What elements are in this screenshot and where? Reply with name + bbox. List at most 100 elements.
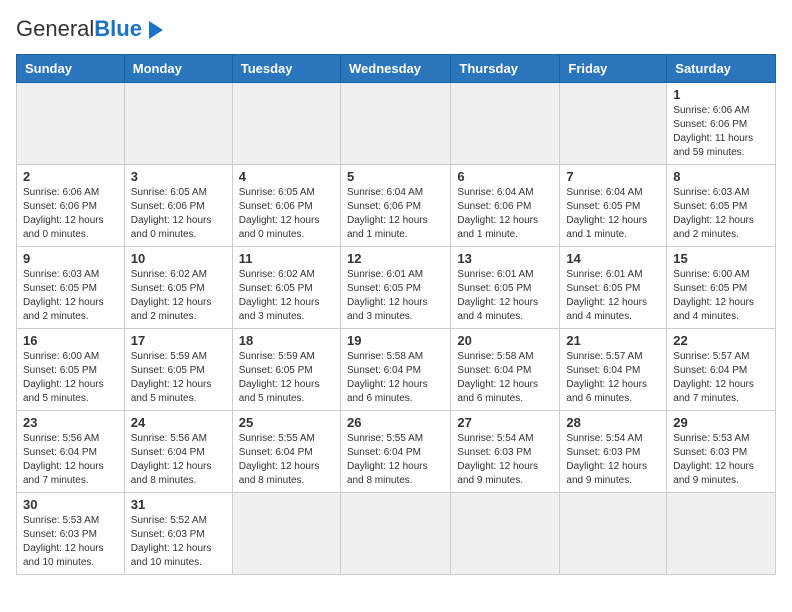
day-info: Sunrise: 6:01 AM Sunset: 6:05 PM Dayligh… — [566, 268, 660, 324]
calendar-cell: 19 Sunrise: 5:58 AM Sunset: 6:04 PM Dayli… — [340, 329, 450, 411]
calendar-cell — [451, 493, 560, 575]
day-info: Sunrise: 5:54 AM Sunset: 6:03 PM Dayligh… — [457, 432, 553, 488]
calendar-cell: 1 Sunrise: 6:06 AM Sunset: 6:06 PM Daylig… — [667, 83, 776, 165]
day-number: 31 — [131, 497, 226, 512]
calendar-week-3: 9 Sunrise: 6:03 AM Sunset: 6:05 PM Daylig… — [17, 247, 776, 329]
day-info: Sunrise: 6:00 AM Sunset: 6:05 PM Dayligh… — [23, 350, 118, 406]
day-info: Sunrise: 6:06 AM Sunset: 6:06 PM Dayligh… — [673, 104, 769, 160]
day-number: 13 — [457, 251, 553, 266]
day-info: Sunrise: 6:02 AM Sunset: 6:05 PM Dayligh… — [131, 268, 226, 324]
day-number: 8 — [673, 169, 769, 184]
day-number: 22 — [673, 333, 769, 348]
calendar-cell — [560, 83, 667, 165]
calendar-cell: 4 Sunrise: 6:05 AM Sunset: 6:06 PM Daylig… — [232, 165, 340, 247]
day-info: Sunrise: 5:52 AM Sunset: 6:03 PM Dayligh… — [131, 514, 226, 570]
calendar-cell — [340, 83, 450, 165]
calendar-cell: 25 Sunrise: 5:55 AM Sunset: 6:04 PM Dayli… — [232, 411, 340, 493]
day-info: Sunrise: 6:04 AM Sunset: 6:05 PM Dayligh… — [566, 186, 660, 242]
day-number: 15 — [673, 251, 769, 266]
weekday-header-tuesday: Tuesday — [232, 55, 340, 83]
calendar-cell: 21Sunrise: 5:57 AM Sunset: 6:04 PM Dayli… — [560, 329, 667, 411]
day-number: 17 — [131, 333, 226, 348]
weekday-header-thursday: Thursday — [451, 55, 560, 83]
day-info: Sunrise: 6:04 AM Sunset: 6:06 PM Dayligh… — [457, 186, 553, 242]
day-number: 18 — [239, 333, 334, 348]
day-info: Sunrise: 5:57 AM Sunset: 6:04 PM Dayligh… — [673, 350, 769, 406]
day-number: 1 — [673, 87, 769, 102]
calendar-cell: 11 Sunrise: 6:02 AM Sunset: 6:05 PM Dayli… — [232, 247, 340, 329]
day-number: 11 — [239, 251, 334, 266]
day-number: 7 — [566, 169, 660, 184]
weekday-header-row: SundayMondayTuesdayWednesdayThursdayFrid… — [17, 55, 776, 83]
calendar-cell: 16 Sunrise: 6:00 AM Sunset: 6:05 PM Dayli… — [17, 329, 125, 411]
calendar-cell: 24Sunrise: 5:56 AM Sunset: 6:04 PM Dayli… — [124, 411, 232, 493]
calendar-cell: 15 Sunrise: 6:00 AM Sunset: 6:05 PM Dayli… — [667, 247, 776, 329]
calendar-cell: 29Sunrise: 5:53 AM Sunset: 6:03 PM Dayli… — [667, 411, 776, 493]
page: GeneralBlue SundayMondayTuesdayWednesday… — [0, 0, 792, 591]
day-info: Sunrise: 6:01 AM Sunset: 6:05 PM Dayligh… — [457, 268, 553, 324]
weekday-header-friday: Friday — [560, 55, 667, 83]
calendar-cell — [17, 83, 125, 165]
day-number: 27 — [457, 415, 553, 430]
day-number: 5 — [347, 169, 444, 184]
logo: GeneralBlue — [16, 16, 163, 42]
day-info: Sunrise: 6:00 AM Sunset: 6:05 PM Dayligh… — [673, 268, 769, 324]
calendar-cell — [560, 493, 667, 575]
calendar-cell: 14Sunrise: 6:01 AM Sunset: 6:05 PM Dayli… — [560, 247, 667, 329]
day-info: Sunrise: 6:05 AM Sunset: 6:06 PM Dayligh… — [131, 186, 226, 242]
day-info: Sunrise: 6:05 AM Sunset: 6:06 PM Dayligh… — [239, 186, 334, 242]
weekday-header-wednesday: Wednesday — [340, 55, 450, 83]
calendar-week-2: 2 Sunrise: 6:06 AM Sunset: 6:06 PM Daylig… — [17, 165, 776, 247]
calendar-cell: 8Sunrise: 6:03 AM Sunset: 6:05 PM Daylig… — [667, 165, 776, 247]
calendar-cell: 9 Sunrise: 6:03 AM Sunset: 6:05 PM Daylig… — [17, 247, 125, 329]
day-info: Sunrise: 6:03 AM Sunset: 6:05 PM Dayligh… — [23, 268, 118, 324]
calendar-cell: 27 Sunrise: 5:54 AM Sunset: 6:03 PM Dayli… — [451, 411, 560, 493]
calendar-cell — [232, 83, 340, 165]
day-number: 4 — [239, 169, 334, 184]
day-number: 23 — [23, 415, 118, 430]
logo-text: GeneralBlue — [16, 16, 142, 42]
weekday-header-monday: Monday — [124, 55, 232, 83]
day-info: Sunrise: 5:59 AM Sunset: 6:05 PM Dayligh… — [239, 350, 334, 406]
day-number: 12 — [347, 251, 444, 266]
calendar-cell: 6 Sunrise: 6:04 AM Sunset: 6:06 PM Daylig… — [451, 165, 560, 247]
calendar-cell: 10 Sunrise: 6:02 AM Sunset: 6:05 PM Dayli… — [124, 247, 232, 329]
calendar-cell: 7 Sunrise: 6:04 AM Sunset: 6:05 PM Daylig… — [560, 165, 667, 247]
calendar-cell — [451, 83, 560, 165]
calendar-week-5: 23 Sunrise: 5:56 AM Sunset: 6:04 PM Dayli… — [17, 411, 776, 493]
calendar-week-4: 16 Sunrise: 6:00 AM Sunset: 6:05 PM Dayli… — [17, 329, 776, 411]
calendar-cell — [667, 493, 776, 575]
day-number: 19 — [347, 333, 444, 348]
day-info: Sunrise: 5:55 AM Sunset: 6:04 PM Dayligh… — [239, 432, 334, 488]
day-info: Sunrise: 5:55 AM Sunset: 6:04 PM Dayligh… — [347, 432, 444, 488]
day-info: Sunrise: 6:02 AM Sunset: 6:05 PM Dayligh… — [239, 268, 334, 324]
weekday-header-saturday: Saturday — [667, 55, 776, 83]
day-info: Sunrise: 5:56 AM Sunset: 6:04 PM Dayligh… — [131, 432, 226, 488]
day-number: 9 — [23, 251, 118, 266]
day-number: 16 — [23, 333, 118, 348]
day-number: 25 — [239, 415, 334, 430]
day-info: Sunrise: 5:53 AM Sunset: 6:03 PM Dayligh… — [23, 514, 118, 570]
calendar-cell: 2 Sunrise: 6:06 AM Sunset: 6:06 PM Daylig… — [17, 165, 125, 247]
day-number: 6 — [457, 169, 553, 184]
day-info: Sunrise: 5:58 AM Sunset: 6:04 PM Dayligh… — [347, 350, 444, 406]
logo-triangle — [149, 21, 163, 39]
header: GeneralBlue — [16, 16, 776, 42]
calendar-cell: 3 Sunrise: 6:05 AM Sunset: 6:06 PM Daylig… — [124, 165, 232, 247]
calendar-cell: 12 Sunrise: 6:01 AM Sunset: 6:05 PM Dayli… — [340, 247, 450, 329]
calendar-cell: 5Sunrise: 6:04 AM Sunset: 6:06 PM Daylig… — [340, 165, 450, 247]
day-info: Sunrise: 5:58 AM Sunset: 6:04 PM Dayligh… — [457, 350, 553, 406]
day-number: 29 — [673, 415, 769, 430]
day-number: 28 — [566, 415, 660, 430]
day-number: 10 — [131, 251, 226, 266]
calendar-cell: 17Sunrise: 5:59 AM Sunset: 6:05 PM Dayli… — [124, 329, 232, 411]
day-number: 2 — [23, 169, 118, 184]
day-number: 3 — [131, 169, 226, 184]
day-number: 30 — [23, 497, 118, 512]
calendar-cell — [340, 493, 450, 575]
calendar-cell — [232, 493, 340, 575]
calendar-cell: 22 Sunrise: 5:57 AM Sunset: 6:04 PM Dayli… — [667, 329, 776, 411]
day-info: Sunrise: 6:06 AM Sunset: 6:06 PM Dayligh… — [23, 186, 118, 242]
calendar-cell: 20Sunrise: 5:58 AM Sunset: 6:04 PM Dayli… — [451, 329, 560, 411]
day-info: Sunrise: 6:01 AM Sunset: 6:05 PM Dayligh… — [347, 268, 444, 324]
